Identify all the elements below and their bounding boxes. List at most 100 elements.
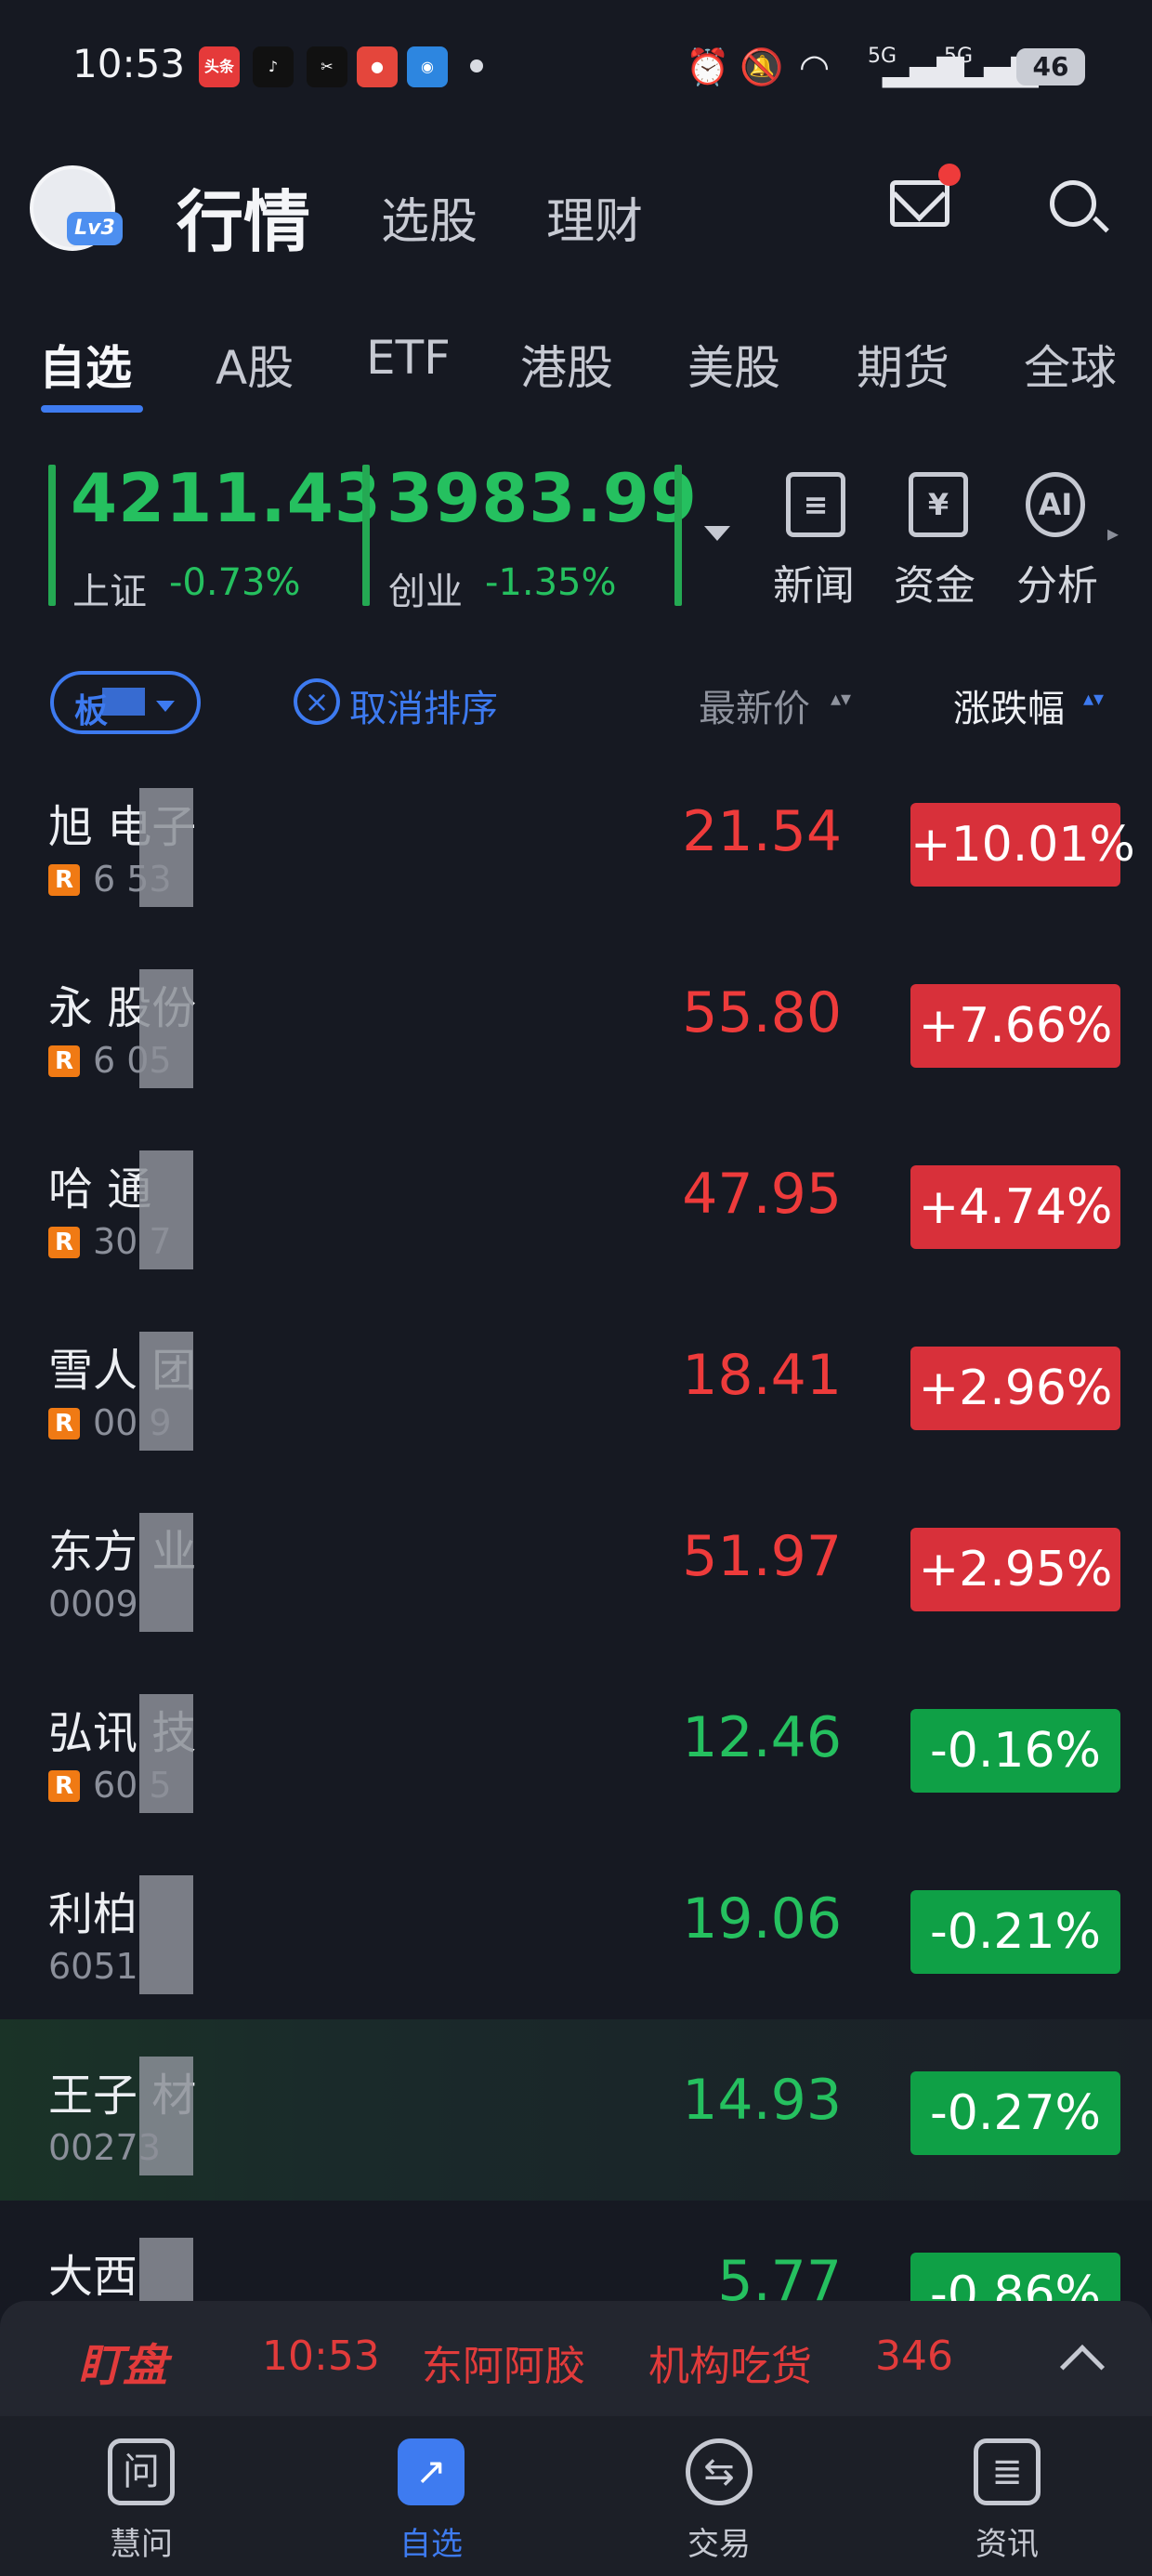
funds-icon[interactable]: ¥ [909, 472, 968, 537]
stock-price: 47.95 [682, 1162, 842, 1227]
stock-change-badge[interactable]: +4.74% [910, 1165, 1120, 1249]
index-change-sh: -0.73% [169, 561, 301, 604]
stock-name: 利柏 [48, 1888, 138, 1940]
tab-etf[interactable]: ETF [366, 331, 451, 385]
tab-futures[interactable]: 期货 [857, 331, 949, 398]
margin-badge: R [48, 1770, 80, 1802]
stock-row[interactable]: 利柏 6051 19.06 -0.21% [0, 1838, 1152, 2019]
unread-dot [938, 164, 961, 186]
nav-stock-picker[interactable]: 选股 [381, 182, 478, 252]
active-tab-indicator [41, 405, 143, 413]
blur-mask [139, 969, 193, 1088]
analysis-button-label[interactable]: 分析 [1016, 552, 1098, 611]
margin-badge: R [48, 864, 80, 896]
notification-dot [470, 59, 483, 72]
stock-row[interactable]: 王子 材 00273 14.93 -0.27% [0, 2019, 1152, 2201]
status-time: 10:53 [72, 41, 186, 86]
news-icon[interactable]: ≡ [786, 472, 845, 537]
blur-mask [139, 1875, 193, 1994]
column-price-header[interactable]: 最新价 [699, 678, 810, 732]
index-marker [362, 465, 370, 606]
stock-change-badge[interactable]: +10.01% [910, 803, 1135, 887]
cancel-sort-icon[interactable]: × [294, 678, 340, 725]
stock-change-badge[interactable]: -0.16% [910, 1709, 1120, 1793]
tab-a-shares[interactable]: A股 [216, 331, 294, 398]
stock-change-badge[interactable]: -0.27% [910, 2071, 1120, 2155]
blur-mask [139, 788, 193, 907]
tab-global[interactable]: 全球 [1024, 331, 1117, 398]
stock-price: 55.80 [682, 980, 842, 1045]
stock-row[interactable]: 东方 业 0009 51.97 +2.95% [0, 1476, 1152, 1657]
search-icon[interactable] [1050, 180, 1096, 227]
margin-badge: R [48, 1045, 80, 1077]
tab-us[interactable]: 美股 [687, 331, 780, 398]
stock-price: 51.97 [682, 1524, 842, 1589]
nav-wealth[interactable]: 理财 [546, 182, 643, 252]
blur-mask [139, 2057, 193, 2175]
stock-change-badge[interactable]: +7.66% [910, 984, 1120, 1068]
stock-code: 6051 [48, 1946, 138, 1987]
index-name-sh: 上证 [72, 571, 147, 613]
stock-price: 12.46 [682, 1705, 842, 1770]
stock-code: 0009 [48, 1584, 138, 1624]
stock-name: 大西 [48, 2251, 138, 2303]
toutiao-app-icon: 头条 [199, 46, 240, 87]
sort-icon[interactable]: ▴▾ [831, 688, 851, 711]
nav-ask[interactable]: 慧问 [110, 2518, 173, 2564]
stock-price: 21.54 [682, 799, 842, 864]
tab-watchlist[interactable]: 自选 [39, 331, 132, 398]
cancel-sort-button[interactable]: 取消排序 [349, 678, 498, 732]
app-icon: ◉ [407, 46, 448, 87]
index-value-sh[interactable]: 4211.43 [71, 459, 382, 537]
page-title[interactable]: 行情 [177, 167, 310, 265]
stock-change-badge[interactable]: -0.21% [910, 1890, 1120, 1974]
level-badge: Lv3 [67, 212, 123, 245]
stock-change-badge[interactable]: +2.96% [910, 1347, 1120, 1430]
info-doc-icon[interactable]: ≣ [974, 2438, 1041, 2505]
stock-price: 19.06 [682, 1886, 842, 1952]
chevron-down-icon[interactable] [156, 701, 175, 712]
ticker-stock[interactable]: 东阿阿胶 [422, 2333, 585, 2392]
capcut-icon: ✂ [307, 46, 347, 87]
news-button-label[interactable]: 新闻 [773, 552, 855, 611]
tab-hk[interactable]: 港股 [520, 331, 613, 398]
margin-badge: R [48, 1408, 80, 1439]
nav-trade[interactable]: 交易 [687, 2518, 751, 2564]
blur-mask [139, 1332, 193, 1451]
index-marker [674, 465, 682, 606]
margin-badge: R [48, 1227, 80, 1258]
blur-mask [139, 1694, 193, 1813]
stock-row[interactable]: 弘讯 技 R 60 5 12.46 -0.16% [0, 1657, 1152, 1838]
battery-icon: 46 [1016, 48, 1085, 85]
stock-change-badge[interactable]: +2.95% [910, 1528, 1120, 1611]
stock-row[interactable]: 永 股份 R 6 05 55.80 +7.66% [0, 932, 1152, 1113]
expand-indices-icon[interactable] [704, 526, 730, 541]
ticker-logo: 盯盘 [78, 2340, 168, 2392]
app-icon: ● [357, 46, 398, 87]
ai-analysis-icon[interactable]: AI [1026, 472, 1085, 537]
trade-exchange-icon[interactable]: ⇆ [686, 2438, 753, 2505]
mail-icon[interactable] [890, 180, 949, 227]
index-change-cy: -1.35% [485, 561, 617, 604]
sort-active-icon[interactable]: ▴▾ [1083, 688, 1104, 711]
index-marker [48, 465, 56, 606]
chevron-right-icon[interactable]: ▸ [1107, 520, 1119, 546]
stock-row[interactable]: 哈 通 R 30 7 47.95 +4.74% [0, 1113, 1152, 1295]
alarm-icon: ⏰ [686, 46, 730, 87]
nav-watchlist[interactable]: 自选 [399, 2518, 463, 2564]
blur-mask [139, 1513, 193, 1632]
ask-icon[interactable]: 问 [108, 2438, 175, 2505]
funds-button-label[interactable]: 资金 [894, 552, 975, 611]
blur-mask [139, 1150, 193, 1269]
tiktok-icon: ♪ [253, 46, 294, 87]
stock-row[interactable]: 雪人 团 R 00 9 18.41 +2.96% [0, 1295, 1152, 1476]
index-value-cy[interactable]: 3983.99 [386, 459, 698, 537]
stock-row[interactable]: 旭 电子 R 6 53 21.54 +10.01% [0, 751, 1152, 932]
blur-mask [102, 688, 145, 716]
index-name-cy: 创业 [388, 571, 463, 613]
nav-info[interactable]: 资讯 [975, 2518, 1039, 2564]
stock-name: 哈 通 [48, 1163, 152, 1216]
watchlist-chart-icon[interactable]: ↗ [398, 2438, 465, 2505]
ticker-time: 10:53 [262, 2333, 380, 2380]
column-change-header[interactable]: 涨跌幅 [953, 678, 1065, 732]
